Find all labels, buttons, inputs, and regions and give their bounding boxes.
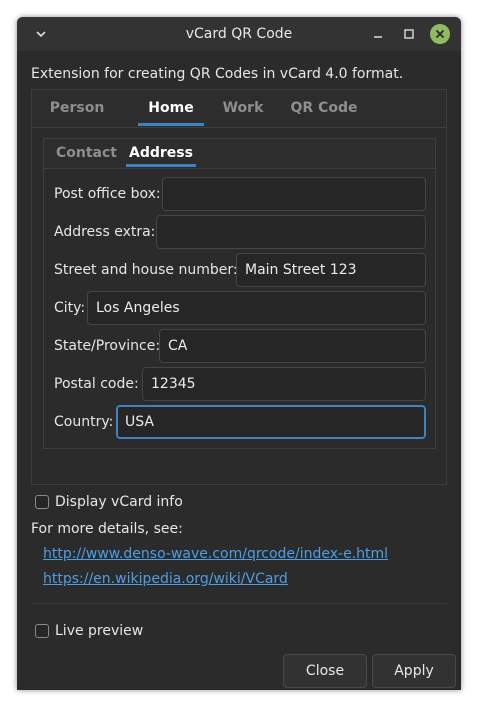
city-input[interactable] (87, 291, 426, 325)
tab-person[interactable]: Person (44, 90, 110, 126)
street-label: Street and house number: (54, 262, 238, 278)
display-vcard-info-label[interactable]: Display vCard info (55, 494, 183, 510)
tab-qr-code[interactable]: QR Code (286, 90, 362, 126)
home-tab-content: Contact Address Post office box: Address… (32, 127, 446, 484)
city-label: City: (54, 300, 86, 316)
apply-button[interactable]: Apply (372, 654, 456, 688)
description-text: Extension for creating QR Codes in vCard… (31, 66, 404, 82)
address-extra-label: Address extra: (54, 224, 156, 240)
country-row: Country: (54, 405, 426, 439)
separator (31, 603, 447, 604)
minimize-icon[interactable] (369, 25, 387, 43)
tab-home[interactable]: Home (138, 90, 204, 126)
street-input[interactable] (236, 253, 426, 287)
live-preview-label[interactable]: Live preview (55, 623, 143, 639)
close-button[interactable]: Close (283, 654, 367, 688)
state-label: State/Province: (54, 338, 161, 354)
tab-work[interactable]: Work (214, 90, 272, 126)
window-title: vCard QR Code (185, 26, 293, 42)
tab-address[interactable]: Address (126, 139, 196, 167)
close-icon[interactable] (430, 24, 450, 44)
post-office-box-label: Post office box: (54, 186, 161, 202)
inner-tab-widget: Contact Address Post office box: Address… (43, 138, 436, 449)
post-office-box-row: Post office box: (54, 177, 426, 211)
chevron-down-icon[interactable] (33, 26, 49, 42)
address-form: Post office box: Address extra: Street a… (44, 168, 435, 448)
street-row: Street and house number: (54, 253, 426, 287)
state-input[interactable] (159, 329, 426, 363)
postal-code-label: Postal code: (54, 376, 139, 392)
city-row: City: (54, 291, 426, 325)
tab-contact[interactable]: Contact (56, 139, 117, 167)
post-office-box-input[interactable] (162, 177, 426, 211)
address-extra-input[interactable] (156, 215, 426, 249)
dialog-window: vCard QR Code Extension for creating QR … (17, 17, 461, 690)
outer-tab-bar: Person Home Work QR Code (32, 90, 446, 126)
postal-code-input[interactable] (142, 367, 426, 401)
wikipedia-vcard-link[interactable]: https://en.wikipedia.org/wiki/VCard (43, 571, 288, 587)
title-bar[interactable]: vCard QR Code (17, 17, 461, 51)
country-label: Country: (54, 414, 114, 430)
maximize-icon[interactable] (400, 25, 418, 43)
address-extra-row: Address extra: (54, 215, 426, 249)
display-vcard-info-checkbox[interactable] (35, 495, 49, 509)
outer-tab-widget: Person Home Work QR Code Contact Address… (31, 89, 447, 485)
live-preview-checkbox[interactable] (35, 624, 49, 638)
country-input[interactable] (116, 405, 426, 439)
state-row: State/Province: (54, 329, 426, 363)
details-text: For more details, see: (31, 521, 183, 537)
denso-wave-link[interactable]: http://www.denso-wave.com/qrcode/index-e… (43, 546, 388, 562)
postal-code-row: Postal code: (54, 367, 426, 401)
